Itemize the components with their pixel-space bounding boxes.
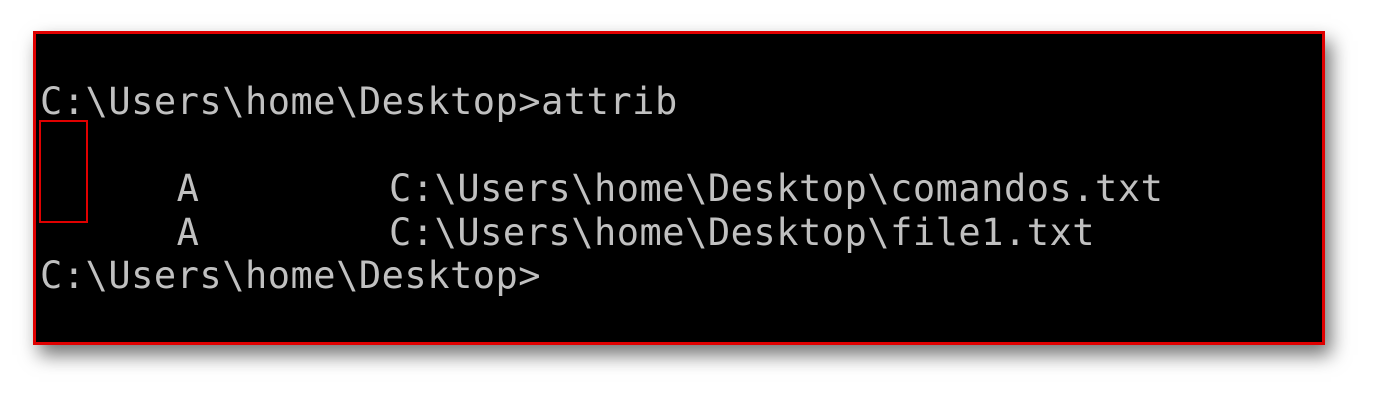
file-path: C:\Users\home\Desktop\comandos.txt: [389, 167, 1164, 210]
command-line: C:\Users\home\Desktop>attrib: [40, 80, 678, 123]
prompt-line[interactable]: C:\Users\home\Desktop>: [40, 254, 541, 298]
file-path: C:\Users\home\Desktop\file1.txt: [389, 211, 1096, 254]
screenshot-canvas: C:\Users\home\Desktop>attrib A C:\Users\h…: [0, 0, 1393, 413]
attribute-flag: A: [176, 211, 200, 254]
command-prompt-window[interactable]: C:\Users\home\Desktop>attrib A C:\Users\h…: [33, 31, 1325, 345]
attribute-highlight-box: [39, 120, 88, 223]
